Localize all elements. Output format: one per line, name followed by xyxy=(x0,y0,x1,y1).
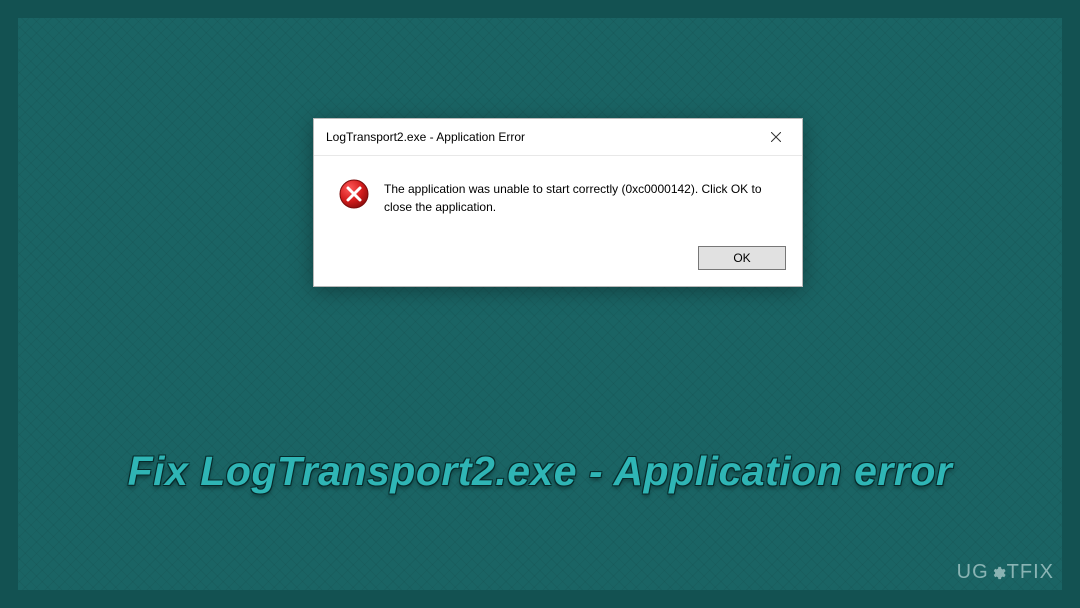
dialog-content: The application was unable to start corr… xyxy=(314,156,802,234)
watermark-suffix: TFIX xyxy=(1007,561,1054,584)
watermark-prefix: UG xyxy=(957,561,989,584)
gear-icon xyxy=(990,565,1006,581)
error-dialog: LogTransport2.exe - Application Error xyxy=(313,118,803,287)
dialog-titlebar: LogTransport2.exe - Application Error xyxy=(314,119,802,156)
error-icon xyxy=(338,178,370,210)
close-icon xyxy=(771,132,781,142)
ok-button[interactable]: OK xyxy=(698,246,786,270)
dialog-message: The application was unable to start corr… xyxy=(384,178,782,216)
dialog-title: LogTransport2.exe - Application Error xyxy=(326,130,525,144)
page-headline: Fix LogTransport2.exe - Application erro… xyxy=(18,448,1062,495)
close-button[interactable] xyxy=(756,125,796,149)
dialog-button-row: OK xyxy=(314,234,802,286)
watermark: UG TFIX xyxy=(957,561,1054,584)
